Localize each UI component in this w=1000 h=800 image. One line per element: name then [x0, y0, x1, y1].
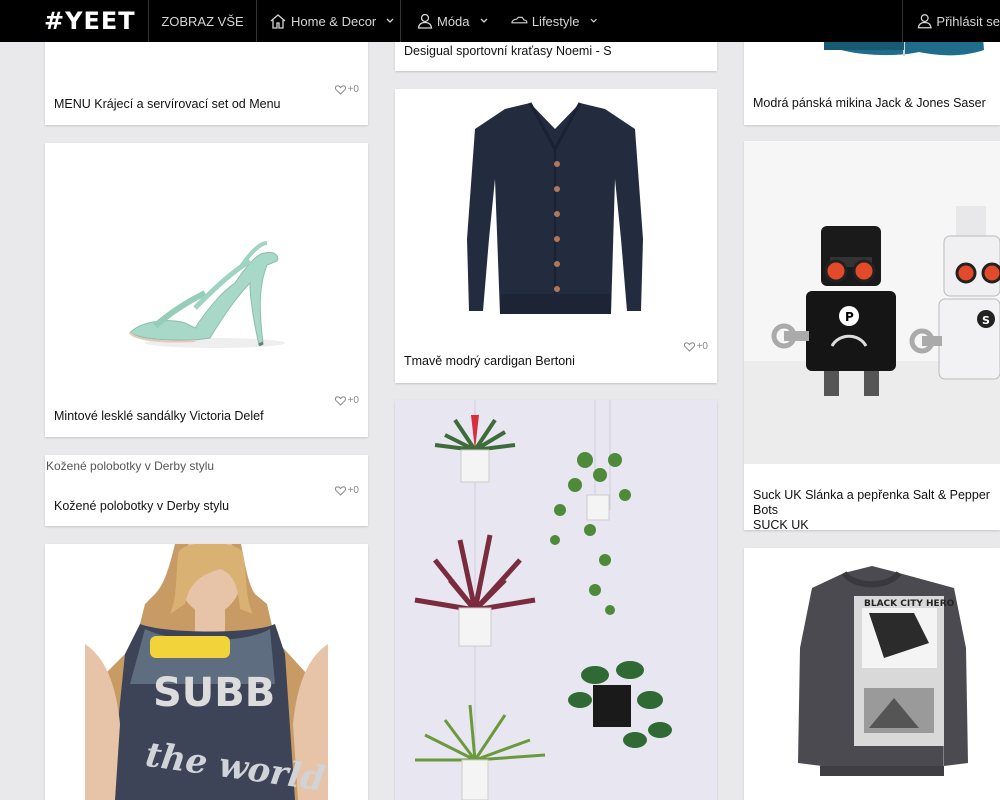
nav-lifestyle[interactable]: Lifestyle: [497, 0, 597, 42]
user-icon: [417, 13, 433, 29]
nav-home-decor[interactable]: Home & Decor: [257, 0, 401, 42]
like-count: +0: [347, 485, 359, 496]
nav-lifestyle-label: Lifestyle: [531, 13, 580, 29]
nav-moda[interactable]: Móda: [401, 0, 497, 42]
product-title[interactable]: Suck UK Slánka a pepřenka Salt & Pepper …: [753, 488, 1000, 530]
product-card-dress[interactable]: SUBB the world: [45, 544, 368, 800]
product-card-derby[interactable]: Kožené polobotky v Derby stylu +0 Kožené…: [45, 455, 368, 526]
dress-print-text: SUBB: [153, 670, 275, 716]
like-counter[interactable]: +0: [334, 84, 359, 95]
home-icon: [270, 14, 286, 29]
nav-show-all[interactable]: ZOBRAZ VŠE: [149, 0, 257, 42]
dress-image: SUBB the world: [45, 544, 368, 800]
svg-text:P: P: [845, 310, 854, 324]
chevron-down-icon: [590, 18, 597, 23]
chevron-down-icon: [386, 18, 394, 23]
site-logo[interactable]: #YEET: [0, 0, 149, 42]
product-card-plants[interactable]: [395, 400, 717, 800]
nav-show-all-label: ZOBRAZ VŠE: [161, 13, 244, 29]
product-title-line2: SUCK UK: [753, 518, 809, 530]
product-title[interactable]: MENU Krájecí a servírovací set od Menu: [54, 97, 280, 112]
like-counter[interactable]: +0: [334, 395, 359, 406]
product-title[interactable]: Modrá pánská mikina Jack & Jones Saser: [753, 96, 986, 111]
chevron-down-icon: [480, 18, 487, 23]
hanging-plants-image: [395, 400, 717, 800]
svg-text:S: S: [982, 314, 990, 327]
sweatshirt-image: BLACK CITY HERO: [798, 566, 968, 776]
user-icon: [917, 14, 932, 29]
sweatshirt-print-text: BLACK CITY HERO: [864, 599, 955, 609]
product-title[interactable]: Mintové lesklé sandálky Victoria Delef: [54, 409, 264, 424]
product-card-sweatshirt[interactable]: BLACK CITY HERO: [744, 548, 1000, 800]
top-navigation: #YEET ZOBRAZ VŠE Home & Decor Móda Lifes…: [0, 0, 1000, 42]
like-counter[interactable]: +0: [683, 341, 708, 352]
product-title[interactable]: Tmavě modrý cardigan Bertoni: [404, 354, 575, 369]
like-count: +0: [347, 395, 359, 406]
product-title-line1: Suck UK Slánka a pepřenka Salt & Pepper …: [753, 488, 990, 517]
like-count: +0: [696, 341, 708, 352]
product-title[interactable]: Kožené polobotky v Derby stylu: [54, 499, 229, 514]
login-label: Přihlásit se: [936, 13, 1000, 29]
broken-image-alt-text: Kožené polobotky v Derby stylu: [46, 459, 215, 473]
heart-icon: [334, 84, 346, 95]
like-count: +0: [347, 84, 359, 95]
nav-moda-label: Móda: [437, 13, 470, 29]
login-link[interactable]: Přihlásit se: [902, 0, 1000, 42]
like-counter[interactable]: +0: [334, 485, 359, 496]
cardigan-image: [467, 102, 643, 314]
heart-icon: [334, 485, 346, 496]
sandal-image: [129, 241, 285, 348]
car-icon: [511, 16, 528, 24]
product-card-cardigan[interactable]: +0 Tmavě modrý cardigan Bertoni: [395, 89, 717, 383]
nav-home-decor-label: Home & Decor: [291, 13, 377, 29]
heart-icon: [683, 341, 695, 352]
salt-pepper-robots-image: P S: [744, 141, 1000, 464]
product-card-robots[interactable]: P S Suck UK Slánka a pepřenka Salt & Pep…: [744, 141, 1000, 530]
product-title[interactable]: Desigual sportovní kraťasy Noemi - S: [404, 44, 612, 59]
product-card-sandals[interactable]: +0 Mintové lesklé sandálky Victoria Dele…: [45, 143, 368, 437]
heart-icon: [334, 395, 346, 406]
